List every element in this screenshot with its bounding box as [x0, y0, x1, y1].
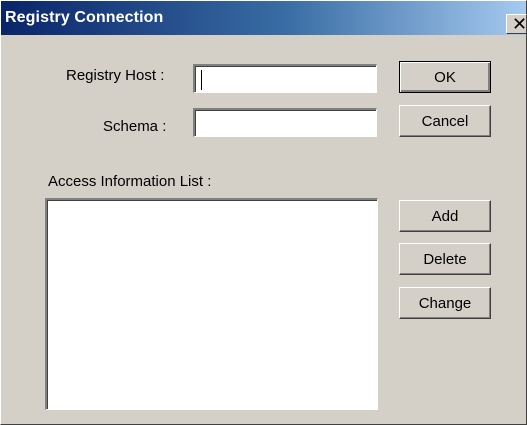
close-button[interactable]: ✕ [506, 14, 527, 34]
schema-input[interactable] [193, 108, 377, 137]
access-information-list-label: Access Information List : [48, 173, 212, 190]
access-information-list[interactable] [45, 198, 378, 410]
dialog-title: Registry Connection [5, 9, 164, 26]
registry-connection-dialog: Registry Connection ✕ Registry Host : Sc… [0, 0, 527, 425]
add-button[interactable]: Add [399, 200, 491, 232]
schema-label: Schema : [103, 118, 167, 135]
delete-button[interactable]: Delete [399, 243, 491, 275]
text-caret [201, 70, 202, 90]
ok-button[interactable]: OK [399, 61, 491, 93]
close-icon: ✕ [512, 14, 527, 34]
registry-host-input[interactable] [193, 64, 377, 93]
title-bar[interactable]: Registry Connection ✕ [1, 1, 527, 35]
registry-host-label: Registry Host : [66, 67, 165, 84]
cancel-button[interactable]: Cancel [399, 105, 491, 137]
change-button[interactable]: Change [399, 287, 491, 319]
